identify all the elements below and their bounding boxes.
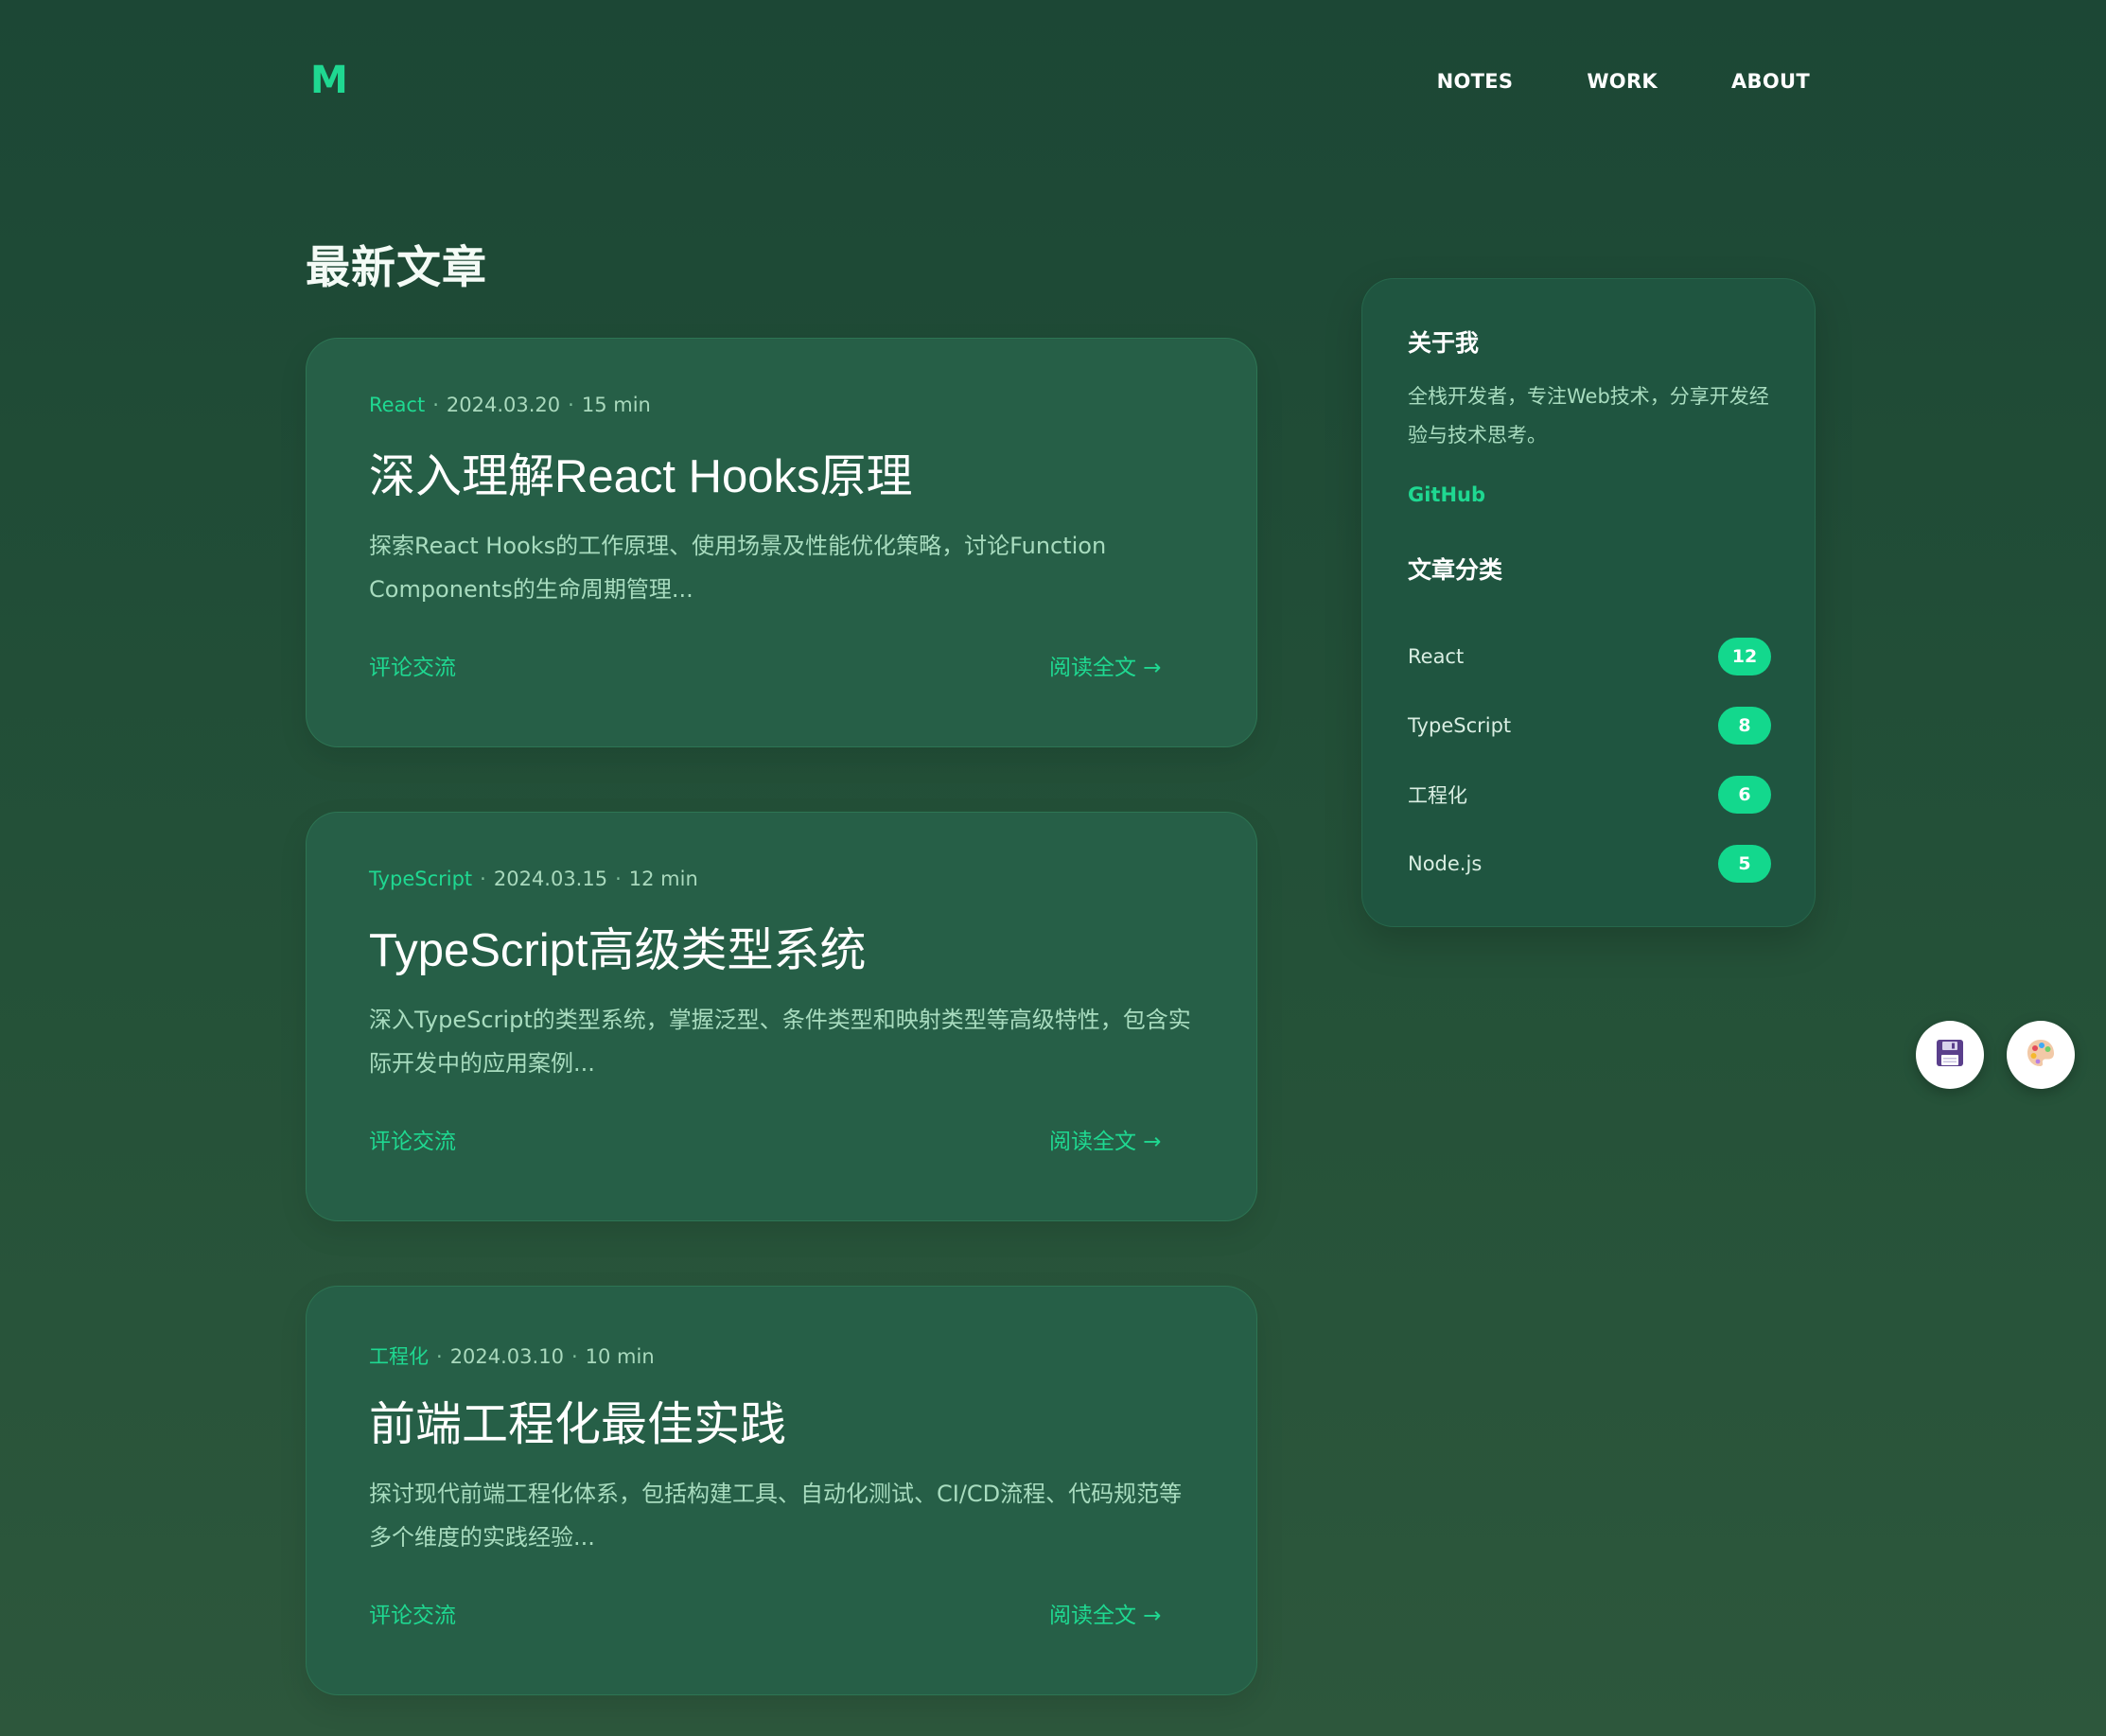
post-date: 2024.03.20 bbox=[446, 394, 561, 416]
post-read-time: 15 min bbox=[581, 394, 651, 416]
category-name: TypeScript bbox=[1408, 713, 1512, 737]
post-card[interactable]: 工程化 · 2024.03.10 · 10 min 前端工程化最佳实践 探讨现代前端工程… bbox=[306, 1286, 1257, 1695]
sidebar: 关于我 全栈开发者，专注Web技术，分享开发经验与技术思考。 GitHub 文章… bbox=[1361, 278, 1816, 927]
category-item-typescript[interactable]: TypeScript 8 bbox=[1408, 691, 1771, 760]
post-date: 2024.03.15 bbox=[493, 868, 608, 890]
category-count-badge: 5 bbox=[1718, 844, 1771, 883]
post-category[interactable]: TypeScript bbox=[369, 868, 472, 890]
nav-notes[interactable]: NOTES bbox=[1437, 70, 1514, 93]
category-name: Node.js bbox=[1408, 851, 1483, 875]
about-title: 关于我 bbox=[1408, 329, 1480, 357]
post-excerpt: 探讨现代前端工程化体系，包括构建工具、自动化测试、CI/CD流程、代码规范等多个… bbox=[369, 1481, 1183, 1551]
comment-link[interactable]: 评论交流 bbox=[369, 649, 456, 681]
categories-title: 文章分类 bbox=[1408, 556, 1503, 584]
post-card[interactable]: TypeScript · 2024.03.15 · 12 min TypeScript高… bbox=[306, 812, 1257, 1221]
palette-icon bbox=[2025, 1037, 2057, 1073]
category-count-badge: 8 bbox=[1718, 706, 1771, 745]
comment-link[interactable]: 评论交流 bbox=[369, 1597, 456, 1629]
theme-button[interactable] bbox=[2007, 1021, 2075, 1089]
post-meta: 工程化 · 2024.03.10 · 10 min bbox=[369, 1345, 655, 1368]
post-read-time: 10 min bbox=[585, 1345, 655, 1368]
post-excerpt: 探索React Hooks的工作原理、使用场景及性能优化策略，讨论Functio… bbox=[369, 533, 1107, 603]
nav-about[interactable]: ABOUT bbox=[1731, 70, 1810, 93]
post-title[interactable]: 深入理解React Hooks原理 bbox=[369, 439, 913, 506]
category-count-badge: 12 bbox=[1718, 637, 1771, 675]
github-link[interactable]: GitHub bbox=[1408, 483, 1485, 506]
post-read-time: 12 min bbox=[628, 868, 698, 890]
nav-work[interactable]: WORK bbox=[1587, 70, 1658, 93]
read-more-link[interactable]: 阅读全文 → bbox=[1049, 1123, 1162, 1155]
post-title[interactable]: 前端工程化最佳实践 bbox=[369, 1387, 786, 1454]
post-title[interactable]: TypeScript高级类型系统 bbox=[369, 913, 866, 980]
category-list: React 12 TypeScript 8 工程化 6 Node.js 5 bbox=[1408, 622, 1771, 898]
category-item-engineering[interactable]: 工程化 6 bbox=[1408, 760, 1771, 829]
comment-link[interactable]: 评论交流 bbox=[369, 1123, 456, 1155]
main-nav: NOTES WORK ABOUT bbox=[1437, 70, 1810, 93]
read-more-link[interactable]: 阅读全文 → bbox=[1049, 1597, 1162, 1629]
about-text: 全栈开发者，专注Web技术，分享开发经验与技术思考。 bbox=[1408, 385, 1769, 447]
section-title: 最新文章 bbox=[306, 242, 487, 294]
post-category[interactable]: 工程化 bbox=[369, 1345, 429, 1368]
post-card[interactable]: React · 2024.03.20 · 15 min 深入理解React Hooks原… bbox=[306, 338, 1257, 747]
category-item-nodejs[interactable]: Node.js 5 bbox=[1408, 829, 1771, 898]
category-item-react[interactable]: React 12 bbox=[1408, 622, 1771, 691]
category-name: React bbox=[1408, 644, 1465, 668]
post-date: 2024.03.10 bbox=[449, 1345, 564, 1368]
post-meta: TypeScript · 2024.03.15 · 12 min bbox=[369, 868, 698, 890]
post-category[interactable]: React bbox=[369, 394, 425, 416]
save-button[interactable] bbox=[1916, 1021, 1984, 1089]
category-name: 工程化 bbox=[1408, 783, 1467, 807]
post-meta: React · 2024.03.20 · 15 min bbox=[369, 394, 651, 416]
floppy-disk-icon bbox=[1935, 1038, 1965, 1072]
read-more-link[interactable]: 阅读全文 → bbox=[1049, 649, 1162, 681]
site-logo[interactable]: M bbox=[310, 59, 349, 102]
category-count-badge: 6 bbox=[1718, 775, 1771, 814]
post-excerpt: 深入TypeScript的类型系统，掌握泛型、条件类型和映射类型等高级特性，包含… bbox=[369, 1007, 1191, 1077]
